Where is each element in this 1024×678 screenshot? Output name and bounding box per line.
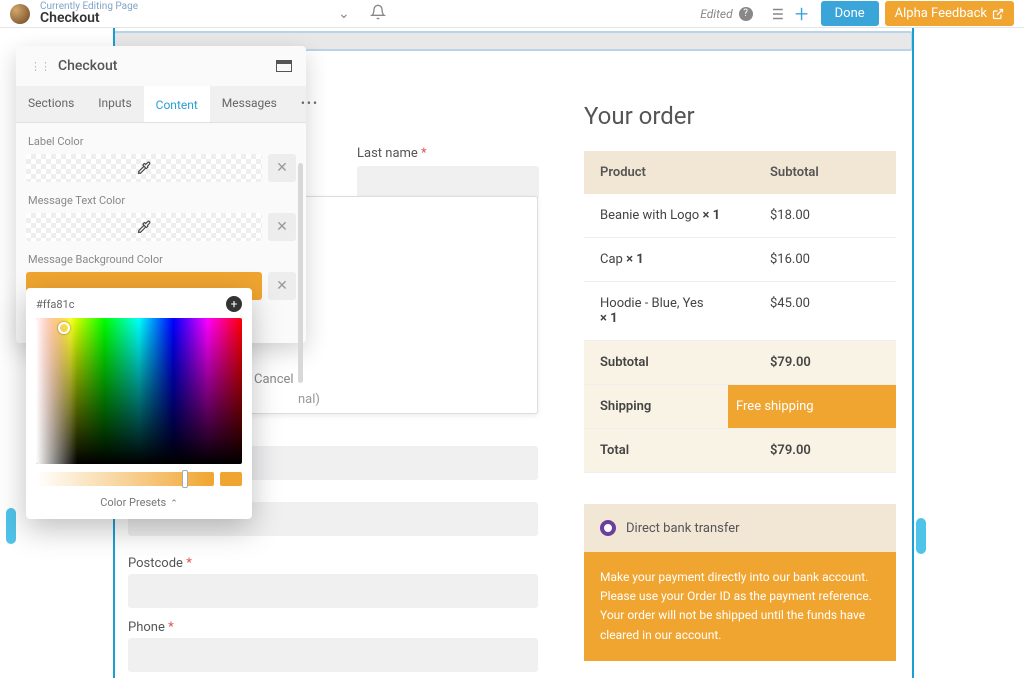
panel-header[interactable]: ⋮⋮ Checkout (16, 46, 306, 86)
hex-input[interactable]: #ffa81c (36, 298, 218, 311)
eyedropper-icon[interactable] (137, 220, 151, 234)
order-title: Your order (584, 102, 695, 130)
selection-edge-right (912, 28, 914, 678)
order-row: Hoodie - Blue, Yes× 1 $45.00 (584, 282, 896, 341)
tab-content[interactable]: Content (144, 86, 210, 122)
spectrum-cursor[interactable] (58, 322, 70, 334)
cancel-button[interactable]: Cancel (254, 372, 294, 387)
tab-sections[interactable]: Sections (16, 86, 86, 122)
message-text-color-label: Message Text Color (28, 194, 294, 207)
panel-title: Checkout (58, 58, 276, 74)
header-product: Product (600, 165, 770, 180)
help-icon[interactable]: ? (739, 7, 753, 21)
edited-label: Edited (700, 7, 732, 21)
payment-message: Make your payment directly into our bank… (584, 552, 896, 661)
drag-handle-icon[interactable]: ⋮⋮ (30, 60, 50, 73)
alpha-feedback-button[interactable]: Alpha Feedback (885, 1, 1014, 26)
clear-color-button[interactable]: ✕ (268, 213, 296, 241)
page-title: Checkout (40, 10, 138, 26)
order-row: Beanie with Logo × 1 $18.00 (584, 194, 896, 238)
tab-more[interactable]: ••• (289, 86, 331, 122)
message-text-color-swatch[interactable] (26, 213, 262, 241)
tab-inputs[interactable]: Inputs (86, 86, 143, 122)
label-color-label: Label Color (28, 135, 294, 148)
resize-handle-left[interactable] (6, 508, 16, 544)
payment-method-label: Direct bank transfer (626, 521, 740, 536)
scrollbar[interactable] (298, 163, 303, 383)
last-name-input[interactable] (357, 166, 539, 200)
tab-messages[interactable]: Messages (210, 86, 289, 122)
order-shipping-row: Shipping Free shipping (584, 385, 896, 429)
header-subtotal: Subtotal (770, 165, 880, 180)
list-icon[interactable] (763, 1, 789, 27)
postcode-label: Postcode * (128, 556, 192, 571)
optional-suffix-text: nal) (298, 392, 320, 407)
order-subtotal-row: Subtotal $79.00 (584, 341, 896, 385)
label-color-swatch[interactable] (26, 154, 262, 182)
app-logo (10, 4, 30, 24)
phone-input[interactable] (128, 638, 538, 672)
payment-box: Direct bank transfer Make your payment d… (584, 504, 896, 661)
order-total-row: Total $79.00 (584, 429, 896, 473)
alpha-label: Alpha Feedback (895, 6, 987, 21)
eyedropper-icon[interactable] (137, 161, 151, 175)
hue-slider[interactable] (36, 472, 214, 486)
color-spectrum[interactable] (36, 318, 242, 464)
external-link-icon (992, 8, 1004, 20)
window-icon[interactable] (276, 60, 292, 72)
resize-handle-right[interactable] (916, 518, 926, 554)
order-table-header: Product Subtotal (584, 151, 896, 194)
panel-tabs: Sections Inputs Content Messages ••• (16, 86, 306, 123)
clear-color-button[interactable]: ✕ (268, 154, 296, 182)
clear-color-button[interactable]: ✕ (268, 272, 296, 300)
done-button[interactable]: Done (821, 1, 879, 26)
add-preset-button[interactable]: + (226, 296, 242, 312)
chevron-up-icon: ⌃ (170, 499, 178, 509)
order-row: Cap × 1 $16.00 (584, 238, 896, 282)
radio-icon[interactable] (600, 520, 616, 536)
phone-label: Phone * (128, 620, 174, 635)
payment-option[interactable]: Direct bank transfer (584, 504, 896, 552)
hue-handle[interactable] (182, 470, 188, 488)
bell-icon[interactable] (370, 4, 386, 24)
color-presets-toggle[interactable]: Color Presets⌃ (26, 486, 252, 513)
color-preview (220, 472, 242, 486)
postcode-input[interactable] (128, 574, 538, 608)
plus-icon[interactable]: + (789, 1, 815, 27)
order-table: Product Subtotal Beanie with Logo × 1 $1… (584, 151, 896, 473)
message-bg-color-label: Message Background Color (28, 253, 294, 266)
color-picker: #ffa81c + Color Presets⌃ (26, 288, 252, 519)
last-name-label: Last name * (357, 146, 427, 161)
top-bar: Currently Editing Page Checkout ⌄ Edited… (0, 0, 1024, 28)
chevron-down-icon[interactable]: ⌄ (338, 6, 350, 22)
